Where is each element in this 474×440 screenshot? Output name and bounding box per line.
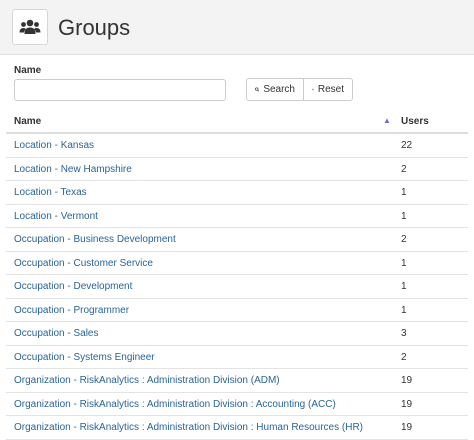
- table-row: Occupation - Business Development 2: [6, 228, 468, 252]
- group-user-count: 1: [401, 281, 407, 292]
- group-user-count: 2: [401, 351, 407, 363]
- group-user-count: 22: [401, 140, 413, 151]
- table-row: Occupation - Development 1: [6, 275, 468, 299]
- group-user-count: 1: [401, 257, 407, 269]
- group-name-link[interactable]: Location - Vermont: [14, 211, 98, 222]
- group-user-count: 19: [401, 398, 413, 410]
- group-name-link[interactable]: Organization - RiskAnalytics : Administr…: [14, 375, 280, 386]
- group-name-link[interactable]: Occupation - Systems Engineer: [14, 352, 155, 363]
- search-button[interactable]: Search: [246, 78, 304, 101]
- users-icon: [12, 9, 48, 45]
- reset-button-label: Reset: [317, 84, 344, 95]
- group-name-link[interactable]: Occupation - Business Development: [14, 234, 176, 245]
- group-user-count: 3: [401, 328, 407, 339]
- search-button-label: Search: [263, 84, 295, 95]
- group-name-link[interactable]: Location - Kansas: [14, 140, 94, 151]
- name-filter-label: Name: [14, 65, 42, 76]
- page-title: Groups: [58, 15, 131, 40]
- groups-table: Name ▲ Users Location - Kansas 22 Location…: [6, 110, 468, 440]
- group-name-link[interactable]: Occupation - Development: [14, 281, 132, 292]
- group-user-count: 2: [401, 163, 407, 175]
- group-name-link[interactable]: Location - Texas: [14, 187, 87, 198]
- table-row: Occupation - Programmer 1: [6, 299, 468, 322]
- group-user-count: 19: [401, 375, 413, 386]
- table-row: Location - Kansas 22: [6, 134, 468, 158]
- table-row: Organization - RiskAnalytics : Administr…: [6, 416, 468, 440]
- group-user-count: 2: [401, 234, 407, 245]
- column-header-users[interactable]: Users: [401, 116, 429, 127]
- filter-form: Name Search Reset: [0, 55, 474, 105]
- column-header-name[interactable]: Name: [14, 116, 41, 127]
- sort-ascending-icon[interactable]: ▲: [383, 116, 391, 125]
- group-name-link[interactable]: Location - New Hampshire: [14, 164, 132, 175]
- table-row: Occupation - Systems Engineer 2: [6, 346, 468, 369]
- name-filter-input[interactable]: [14, 79, 226, 101]
- group-user-count: 19: [401, 422, 413, 433]
- reset-button[interactable]: Reset: [304, 78, 353, 101]
- table-row: Location - Texas 1: [6, 181, 468, 205]
- close-icon: [312, 88, 314, 91]
- page-header: Groups: [0, 0, 474, 55]
- group-name-link[interactable]: Occupation - Programmer: [14, 305, 129, 316]
- table-row: Location - New Hampshire 2: [6, 158, 468, 181]
- group-name-link[interactable]: Organization - RiskAnalytics : Administr…: [14, 422, 363, 433]
- group-name-link[interactable]: Organization - RiskAnalytics : Administr…: [14, 399, 336, 410]
- table-row: Location - Vermont 1: [6, 205, 468, 228]
- group-user-count: 1: [401, 187, 407, 198]
- table-row: Occupation - Sales 3: [6, 322, 468, 346]
- search-icon: [255, 87, 260, 92]
- group-user-count: 1: [401, 304, 407, 316]
- table-row: Organization - RiskAnalytics : Administr…: [6, 369, 468, 393]
- table-body: Location - Kansas 22 Location - New Hampsh…: [6, 134, 468, 440]
- group-name-link[interactable]: Occupation - Sales: [14, 328, 99, 339]
- table-row: Organization - RiskAnalytics : Administr…: [6, 393, 468, 416]
- group-name-link[interactable]: Occupation - Customer Service: [14, 258, 153, 269]
- table-header: Name ▲ Users: [6, 110, 468, 134]
- table-row: Occupation - Customer Service 1: [6, 252, 468, 275]
- group-user-count: 1: [401, 210, 407, 222]
